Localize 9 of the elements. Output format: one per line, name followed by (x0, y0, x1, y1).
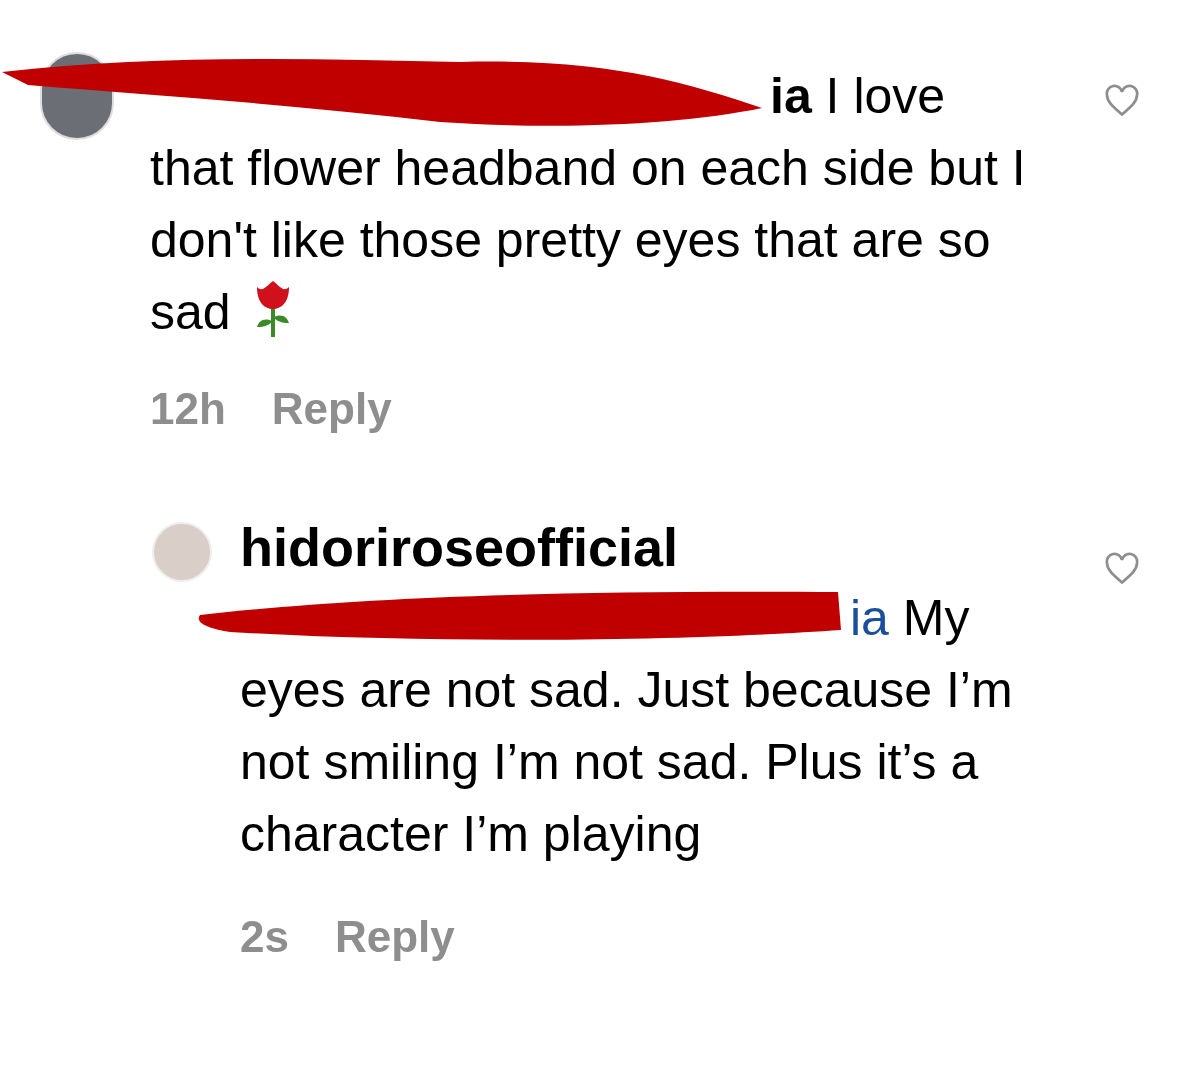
heart-icon[interactable] (1104, 84, 1140, 118)
timestamp: 2s (240, 911, 289, 963)
heart-icon[interactable] (1104, 552, 1140, 586)
comment-text: ia My eyes are not sad. Just because I’m not smiling I’m not sad. Plus it’s a character I’m playing (240, 589, 1014, 864)
username[interactable]: hidoriroseofficial (240, 516, 1040, 578)
reply-link[interactable]: Reply (334, 904, 455, 970)
timestamp: 12h (150, 383, 226, 435)
reply-link[interactable]: Reply (271, 376, 392, 442)
comment-text: ia I love that flower headband on each side but I don't like those pretty eyes that are so sad (150, 67, 1027, 342)
